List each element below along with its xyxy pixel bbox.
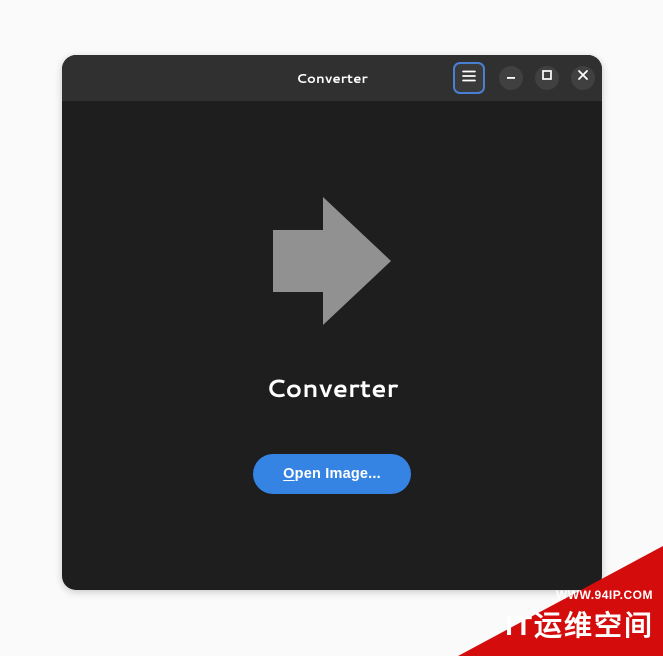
mnemonic-char: O	[283, 466, 294, 482]
close-button[interactable]	[571, 66, 595, 90]
maximize-icon	[535, 63, 559, 93]
app-window: Converter	[62, 55, 602, 590]
watermark-url: WWW.94IP.COM	[556, 588, 653, 602]
hamburger-icon	[461, 67, 477, 90]
maximize-button[interactable]	[535, 66, 559, 90]
app-title: Converter	[266, 371, 398, 406]
close-icon	[571, 63, 595, 93]
titlebar: Converter	[62, 55, 602, 101]
titlebar-controls	[453, 62, 595, 94]
open-button-rest: pen Image...	[295, 466, 381, 482]
menu-button[interactable]	[453, 62, 485, 94]
main-content: Converter Open Image...	[62, 101, 602, 590]
minimize-button[interactable]	[499, 66, 523, 90]
arrow-right-icon	[273, 197, 391, 331]
open-image-button[interactable]: Open Image...	[253, 454, 411, 494]
watermark-main: IT运维空间	[505, 604, 654, 644]
minimize-icon	[499, 63, 523, 93]
